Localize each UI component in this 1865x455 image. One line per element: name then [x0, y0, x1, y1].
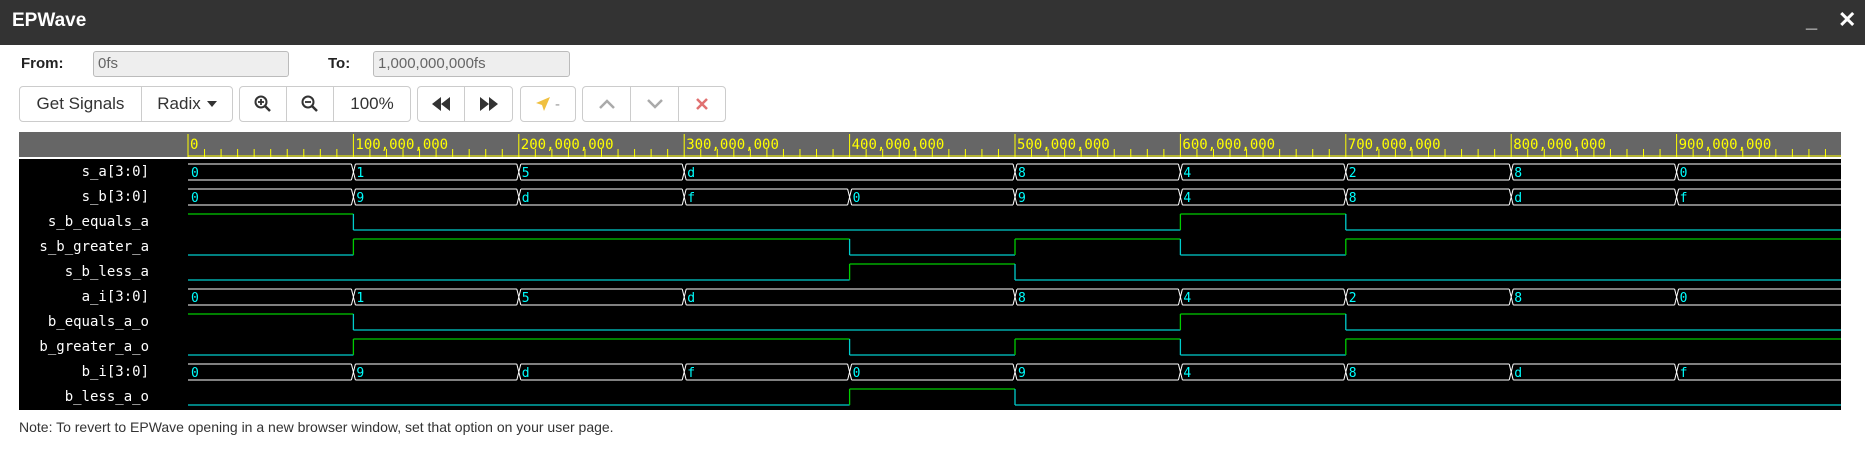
- signal-name[interactable]: b_i[3:0]: [82, 364, 149, 380]
- signal-name[interactable]: a_i[3:0]: [82, 289, 149, 305]
- ruler-header: [19, 132, 188, 157]
- signal-name[interactable]: s_b_equals_a: [48, 214, 149, 230]
- bus-value: d: [687, 166, 695, 181]
- bus-value: 1: [356, 291, 364, 306]
- bus-value: d: [522, 191, 530, 206]
- ruler-tick-label: 0: [190, 137, 198, 153]
- bus-value: 8: [1018, 291, 1026, 306]
- bus-value: 0: [853, 191, 861, 206]
- waveform-viewer[interactable]: 0 100,000,000 200,000,000 300,000,000 400,00…: [0, 0, 1865, 455]
- bus-value: f: [687, 191, 695, 206]
- ruler-tick-label: 600,000,000: [1182, 137, 1275, 153]
- bus-value: d: [687, 291, 695, 306]
- bus-value: 4: [1183, 191, 1191, 206]
- footer-note: Note: To revert to EPWave opening in a n…: [19, 419, 614, 435]
- bus-value: 9: [356, 366, 364, 381]
- wave-area: [19, 159, 1841, 410]
- signal-name[interactable]: s_b_less_a: [65, 264, 149, 280]
- signal-name[interactable]: b_equals_a_o: [48, 314, 149, 330]
- bus-value: 0: [1680, 166, 1688, 181]
- signal-name[interactable]: b_less_a_o: [65, 389, 149, 405]
- bus-value: 2: [1349, 166, 1357, 181]
- bus-value: 0: [853, 366, 861, 381]
- signal-name[interactable]: s_b[3:0]: [82, 189, 149, 205]
- bus-value: f: [1680, 191, 1688, 206]
- ruler-tick-label: 500,000,000: [1017, 137, 1110, 153]
- ruler-tick-label: 100,000,000: [355, 137, 448, 153]
- bus-value: 8: [1514, 166, 1522, 181]
- bus-value: 0: [191, 291, 199, 306]
- bus-value: 5: [522, 291, 530, 306]
- bus-value: 8: [1018, 166, 1026, 181]
- bus-value: 8: [1349, 191, 1357, 206]
- bus-value: 8: [1349, 366, 1357, 381]
- ruler-tick-label: 700,000,000: [1348, 137, 1441, 153]
- bus-value: 5: [522, 166, 530, 181]
- ruler-tick-label: 900,000,000: [1679, 137, 1772, 153]
- bus-value: f: [1680, 366, 1688, 381]
- bus-value: 0: [1680, 291, 1688, 306]
- bus-value: 1: [356, 166, 364, 181]
- bus-value: 9: [1018, 191, 1026, 206]
- bus-value: 0: [191, 191, 199, 206]
- ruler-tick-label: 800,000,000: [1513, 137, 1606, 153]
- bus-value: 4: [1183, 166, 1191, 181]
- bus-value: 9: [1018, 366, 1026, 381]
- bus-value: 2: [1349, 291, 1357, 306]
- bus-value: 9: [356, 191, 364, 206]
- bus-value: d: [1514, 191, 1522, 206]
- bus-value: 0: [191, 366, 199, 381]
- bus-value: d: [522, 366, 530, 381]
- bus-value: d: [1514, 366, 1522, 381]
- bus-value: 8: [1514, 291, 1522, 306]
- bus-value: 0: [191, 166, 199, 181]
- ruler-tick-label: 300,000,000: [686, 137, 779, 153]
- signal-name[interactable]: s_b_greater_a: [39, 239, 149, 255]
- ruler-tick-label: 400,000,000: [852, 137, 945, 153]
- bus-value: 4: [1183, 366, 1191, 381]
- bus-value: f: [687, 366, 695, 381]
- signal-name[interactable]: s_a[3:0]: [82, 164, 149, 180]
- ruler-tick-label: 200,000,000: [521, 137, 614, 153]
- signal-name[interactable]: b_greater_a_o: [39, 339, 149, 355]
- bus-value: 4: [1183, 291, 1191, 306]
